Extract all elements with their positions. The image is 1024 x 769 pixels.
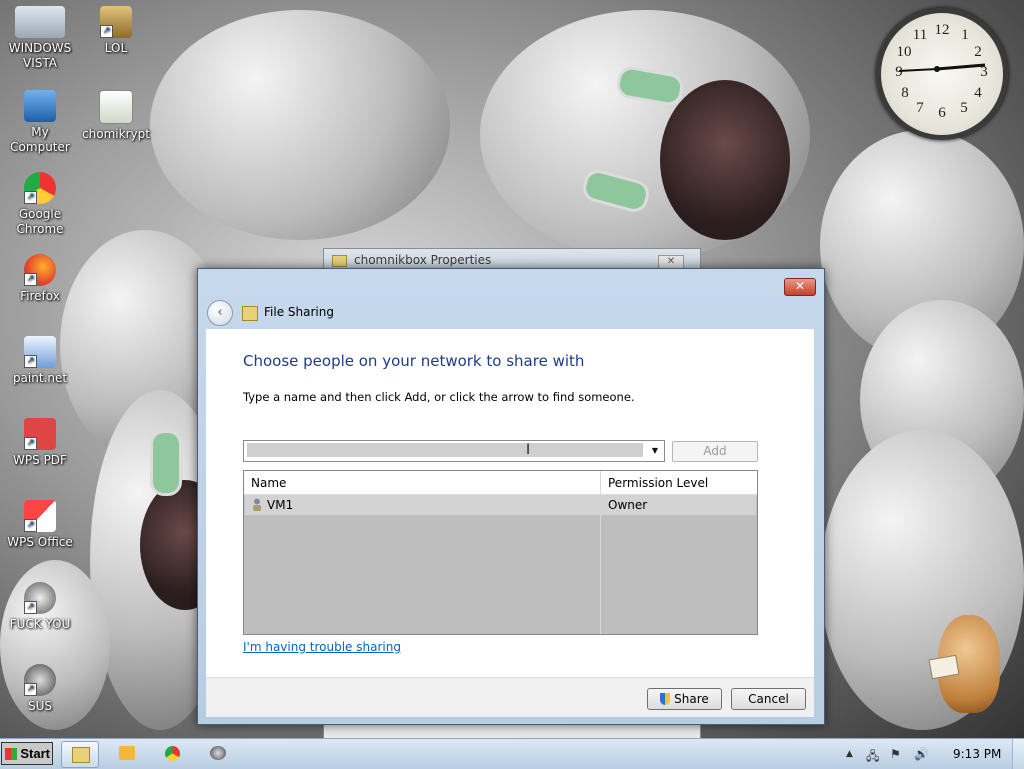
file-sharing-icon xyxy=(242,306,258,321)
taskbar-raccoon-app[interactable] xyxy=(200,741,236,766)
desktop-icon-label: Firefox xyxy=(20,289,60,303)
raccoon-icon xyxy=(210,746,226,760)
desktop-icon-chomikrypt[interactable]: chomikrypt xyxy=(76,90,156,142)
desktop-icon-label: paint.net xyxy=(12,371,68,385)
dialog-heading: Choose people on your network to share w… xyxy=(243,352,585,370)
hamster-gadget[interactable] xyxy=(928,615,1005,715)
volume-icon[interactable]: 🔊 xyxy=(914,747,929,761)
computer-icon xyxy=(24,90,56,122)
desktop-icon-label: WPS PDF xyxy=(13,453,67,467)
desktop-icon-firefox[interactable]: ↗ Firefox xyxy=(0,254,80,304)
desktop-icon-sus[interactable]: ↗ SUS xyxy=(0,664,80,714)
folder-icon xyxy=(332,255,347,267)
trouble-sharing-link[interactable]: I'm having trouble sharing xyxy=(243,640,401,654)
dropdown-arrow-icon[interactable]: ▼ xyxy=(646,441,664,461)
close-button[interactable]: ✕ xyxy=(784,278,816,296)
share-button-label: Share xyxy=(674,692,709,706)
desktop-icon-label: WPS Office xyxy=(7,535,73,549)
desktop-icon-paint-net[interactable]: ↗ paint.net xyxy=(0,336,80,386)
column-header-permission[interactable]: Permission Level xyxy=(608,476,708,490)
media-player-icon xyxy=(119,746,135,760)
wps-office-icon: ↗ xyxy=(24,500,56,532)
action-center-icon[interactable]: ⚑ xyxy=(890,747,901,761)
desktop-icon-label: chomikrypt xyxy=(82,127,150,141)
dialog-instruction: Type a name and then click Add, or click… xyxy=(243,390,635,404)
dialog-footer: Share Cancel xyxy=(206,677,814,717)
desktop-icon-label: WINDOWS VISTA xyxy=(8,41,72,70)
user-icon xyxy=(253,498,261,511)
row-name: VM1 xyxy=(267,498,294,512)
sharing-list[interactable]: Name Permission Level VM1 Owner xyxy=(243,470,758,635)
clock-gadget[interactable]: 12 1 2 3 4 5 6 7 8 9 10 11 xyxy=(876,8,1008,140)
list-header: Name Permission Level xyxy=(244,471,757,495)
desktop-icon-windows-vista[interactable]: WINDOWS VISTA xyxy=(0,6,80,71)
desktop-icon-fuck-you[interactable]: ↗ FUCK YOU xyxy=(0,582,80,632)
recycle-bin-icon xyxy=(15,6,65,38)
dialog-body: Choose people on your network to share w… xyxy=(206,329,814,717)
desktop-icon-google-chrome[interactable]: ↗ Google Chrome xyxy=(0,172,80,237)
desktop-icon-label: Google Chrome xyxy=(16,207,64,236)
uac-shield-icon xyxy=(660,693,671,705)
desktop-icon-wps-pdf[interactable]: ↗ WPS PDF xyxy=(0,418,80,468)
windows-flag-icon xyxy=(5,748,17,760)
file-sharing-dialog[interactable]: ✕ ‹ File Sharing Choose people on your n… xyxy=(197,268,825,725)
text-cursor-icon: I xyxy=(526,442,531,458)
clock-time[interactable]: 9:13 PM xyxy=(953,747,1001,761)
start-label: Start xyxy=(20,746,50,761)
share-button[interactable]: Share xyxy=(647,688,722,710)
firefox-icon: ↗ xyxy=(24,254,56,286)
taskbar-chrome[interactable] xyxy=(155,741,191,766)
clock-hands xyxy=(898,63,986,72)
column-header-name[interactable]: Name xyxy=(251,476,286,490)
row-permission[interactable]: Owner xyxy=(608,498,647,512)
cancel-button[interactable]: Cancel xyxy=(731,688,806,710)
taskbar: Start ▲ 🖧 ⚑ 🔊 9:13 PM xyxy=(0,738,1024,769)
raccoon-icon: ↗ xyxy=(24,582,56,614)
show-hidden-icons-button[interactable]: ▲ xyxy=(846,749,853,759)
start-button[interactable]: Start xyxy=(1,742,53,765)
table-row[interactable]: VM1 Owner xyxy=(245,495,756,515)
back-button[interactable]: ‹ xyxy=(207,300,233,326)
chrome-icon: ↗ xyxy=(24,172,56,204)
desktop-icon-label: LOL xyxy=(104,41,128,55)
taskbar-media-player[interactable] xyxy=(109,741,145,766)
raccoon-icon: ↗ xyxy=(24,664,56,696)
properties-close-button[interactable]: ✕ xyxy=(658,255,684,269)
folder-icon xyxy=(72,747,90,763)
desktop-icon-wps-office[interactable]: ↗ WPS Office xyxy=(0,500,80,550)
desktop-icon-label: My Computer xyxy=(10,125,70,154)
dialog-title: File Sharing xyxy=(264,305,334,319)
document-icon xyxy=(99,90,133,124)
network-icon[interactable]: 🖧 xyxy=(866,747,879,768)
paint-net-icon: ↗ xyxy=(24,336,56,368)
taskbar-explorer[interactable] xyxy=(61,741,99,768)
desktop-icon-label: FUCK YOU xyxy=(9,617,71,631)
show-desktop-button[interactable] xyxy=(1012,739,1024,769)
name-input[interactable] xyxy=(247,443,643,457)
name-combobox[interactable]: I ▼ xyxy=(243,440,665,462)
desktop-icon-lol[interactable]: ↗ LOL xyxy=(76,6,156,56)
desktop-icon-label: SUS xyxy=(27,699,53,713)
hamster-box-icon: ↗ xyxy=(100,6,132,38)
desktop-icon-my-computer[interactable]: My Computer xyxy=(0,90,80,155)
chrome-icon xyxy=(165,746,180,761)
dialog-header: ‹ File Sharing xyxy=(206,299,806,329)
wps-pdf-icon: ↗ xyxy=(24,418,56,450)
add-button[interactable]: Add xyxy=(672,441,758,462)
